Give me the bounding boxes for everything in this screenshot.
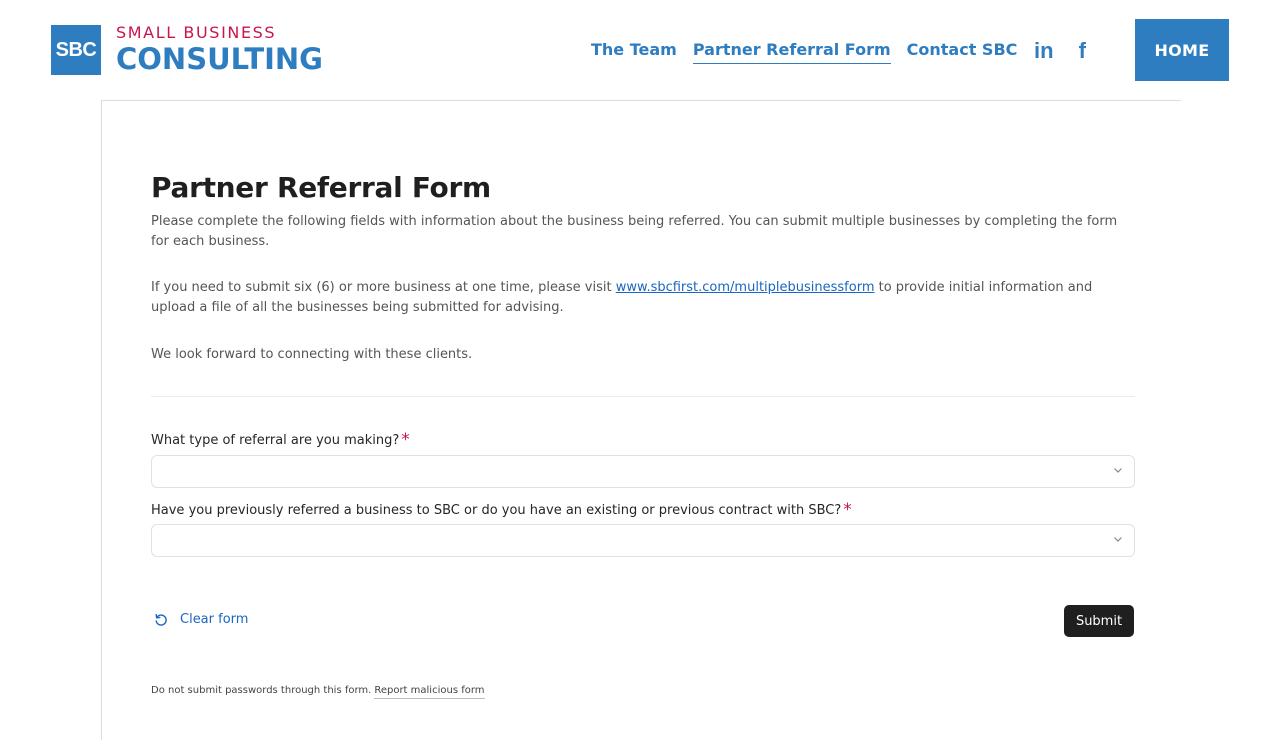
reset-icon [155, 613, 167, 626]
chevron-down-icon [1114, 468, 1122, 473]
required-marker: * [843, 500, 852, 520]
submit-button[interactable]: Submit [1064, 605, 1134, 637]
clear-form-label: Clear form [180, 612, 249, 627]
form-title: Partner Referral Form [151, 171, 491, 204]
logo-box: SBC [51, 25, 101, 75]
sbc-logo[interactable]: SBC SMALL BUSINESS CONSULTING [51, 23, 323, 76]
question-text: What type of referral are you making? [151, 433, 400, 448]
multi-text-before: If you need to submit six (6) or more bu… [151, 280, 616, 295]
nav-contact-sbc[interactable]: Contact SBC [907, 40, 1018, 64]
site-header: SBC SMALL BUSINESS CONSULTING The Team P… [0, 0, 1280, 100]
question-previous-referral-label: Have you previously referred a business … [151, 499, 852, 520]
multiple-business-form-link[interactable]: www.sbcfirst.com/multiplebusinessform [616, 280, 875, 295]
question-referral-type-label: What type of referral are you making? * [151, 429, 410, 450]
referral-form-card: Partner Referral Form Please complete th… [101, 100, 1181, 740]
previous-referral-select[interactable] [151, 524, 1135, 557]
referral-type-select[interactable] [151, 455, 1135, 488]
logo-text: SMALL BUSINESS CONSULTING [116, 23, 323, 76]
linkedin-icon[interactable]: in [1034, 38, 1054, 64]
logo-small-text: SMALL BUSINESS [116, 23, 277, 42]
form-footer-note: Do not submit passwords through this for… [151, 685, 485, 699]
form-intro: Please complete the following fields wit… [151, 214, 1118, 249]
required-marker: * [401, 430, 410, 450]
chevron-down-icon [1114, 537, 1122, 542]
nav-partner-referral-form[interactable]: Partner Referral Form [692, 40, 891, 64]
question-text: Have you previously referred a business … [151, 503, 842, 518]
social-links: in f [1034, 38, 1111, 64]
form-closing: We look forward to connecting with these… [151, 347, 473, 362]
main-nav: The Team Partner Referral Form Contact S… [591, 40, 1033, 64]
report-malicious-form-link[interactable]: Report malicious form [374, 685, 485, 699]
home-button[interactable]: HOME [1135, 19, 1229, 81]
password-warning: Do not submit passwords through this for… [151, 685, 372, 696]
form-multi-business-note: If you need to submit six (6) or more bu… [151, 278, 1136, 318]
form-divider [151, 396, 1135, 397]
logo-big-text: CONSULTING [116, 42, 323, 76]
clear-form-button[interactable]: Clear form [154, 612, 248, 627]
facebook-icon[interactable]: f [1079, 38, 1086, 64]
nav-the-team[interactable]: The Team [591, 40, 677, 64]
